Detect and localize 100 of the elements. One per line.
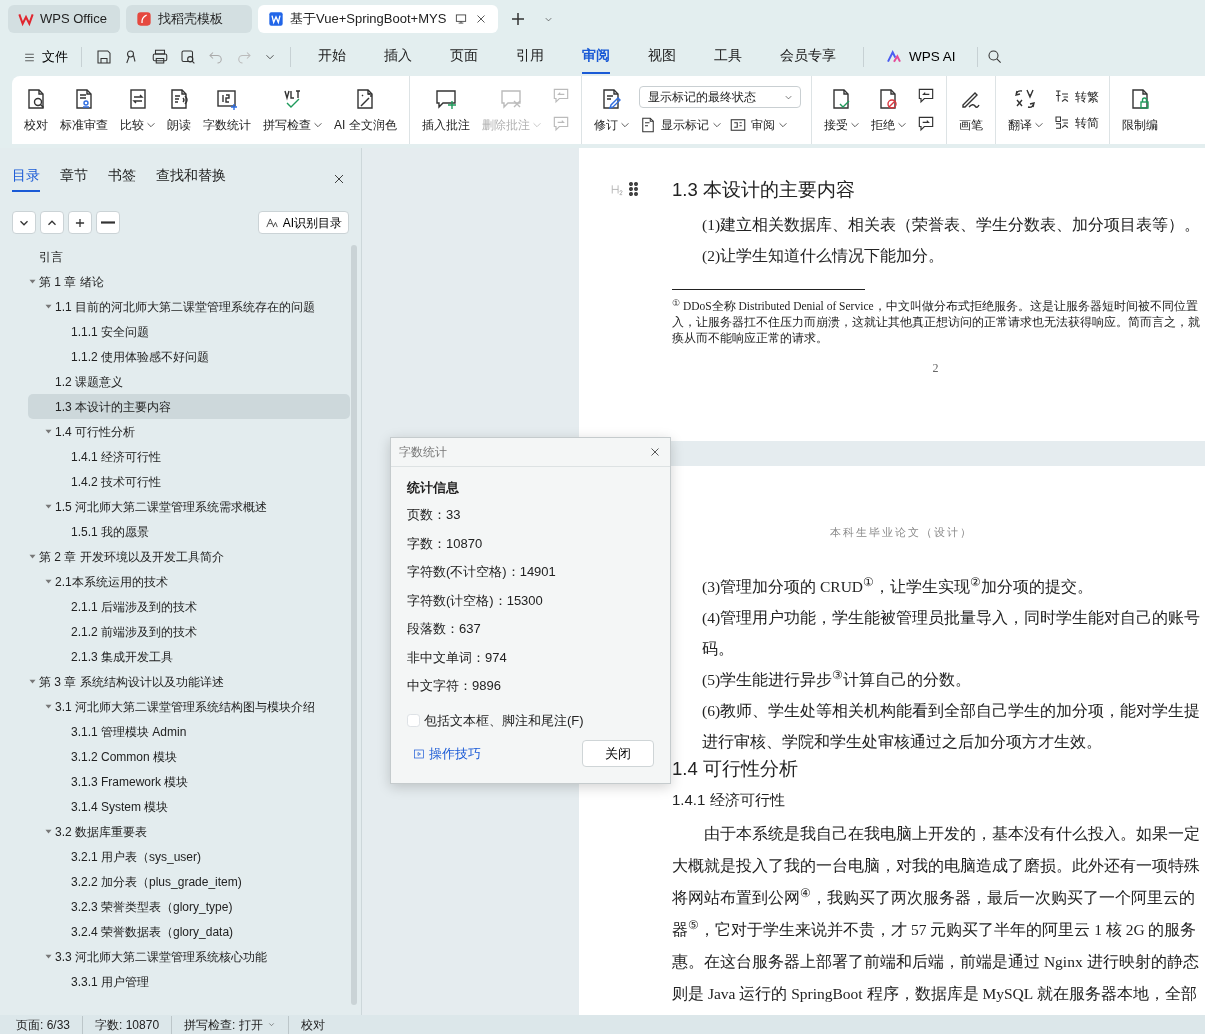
spell-check-status[interactable]: 拼写检查: 打开: [184, 1015, 289, 1034]
ribbon-button[interactable]: 拒绝: [864, 84, 912, 136]
menu-tab[interactable]: 引用: [516, 39, 544, 75]
outline-item[interactable]: 3.2.2 加分表（plus_grade_item): [28, 869, 350, 895]
panel-tab[interactable]: 目录: [12, 166, 40, 193]
promote-button[interactable]: [68, 211, 92, 235]
outline-item[interactable]: 1.1.1 安全问题: [28, 319, 350, 345]
outline-item[interactable]: 3.1.2 Common 模块: [28, 744, 350, 770]
statistic-text: 中文字符：9896: [407, 677, 502, 695]
outline-item[interactable]: 第 3 章 系统结构设计以及功能详述: [28, 669, 350, 695]
statistic-text: 字符数(不计空格)：14901: [407, 563, 557, 581]
menu-tab[interactable]: 会员专享: [780, 39, 836, 75]
close-button[interactable]: 关闭: [582, 740, 654, 767]
ribbon-button[interactable]: 画笔: [952, 84, 989, 136]
ribbon-button[interactable]: AI 全文润色: [328, 84, 403, 136]
body-text: 器$^{⑤}$，它对于学生来说并不贵，才 57 元购买了半年的阿里云 1 核 2G 的服务: [672, 920, 1197, 938]
section-title: 统计信息: [407, 479, 460, 497]
app-tab[interactable]: 基于Vue+SpringBoot+MYS: [258, 5, 498, 33]
menu-tab[interactable]: 页面: [450, 39, 478, 75]
statistic-text: 字符数(计空格)：15300: [407, 591, 544, 610]
ribbon-button[interactable]: 转简: [1052, 114, 1099, 132]
ribbon-button[interactable]: 插入批注: [415, 84, 476, 136]
file-menu[interactable]: 文件: [18, 45, 73, 69]
outline-item[interactable]: 1.2 课题意义: [28, 369, 350, 395]
outline-item[interactable]: 3.1.1 管理模块 Admin: [28, 719, 350, 745]
panel-tab[interactable]: 书签: [108, 166, 136, 193]
monitor-icon[interactable]: [454, 12, 468, 26]
outline-item[interactable]: 1.5.1 我的愿景: [28, 519, 350, 545]
ribbon-button[interactable]: 校对: [18, 84, 54, 136]
body-text: 由于本系统是我自己在我电脑上开发的，基本没有什么投入。如果一定: [704, 824, 1200, 842]
outline-item[interactable]: 引言: [28, 244, 350, 270]
menu-tab[interactable]: 插入: [384, 39, 412, 75]
panel-tab[interactable]: 章节: [60, 166, 88, 193]
ai-outline-button[interactable]: AI识别目录: [257, 211, 349, 235]
ribbon-button[interactable]: 审阅: [728, 116, 787, 134]
print-preview-icon[interactable]: [179, 48, 197, 66]
search-icon[interactable]: [985, 48, 1004, 66]
outline-item[interactable]: 第 2 章 开发环境以及开发工具简介: [28, 544, 350, 570]
menu-tab[interactable]: 开始: [318, 39, 346, 75]
convert-icon: [1052, 114, 1071, 132]
body-text: (6)教师、学生处等相关机构能看到全部自己学生的加分项，能对学生提: [702, 701, 1201, 719]
logo-icon: [18, 11, 34, 27]
outline-item[interactable]: 3.2.3 荣誉类型表（glory_type): [28, 894, 350, 920]
panel-tab[interactable]: 查找和替换: [156, 166, 226, 193]
menu-tab[interactable]: 工具: [714, 39, 742, 75]
proofread-button[interactable]: 校对: [300, 1015, 337, 1034]
body-text: 惠。在这台服务器上部署了前端和后端，前端是通过 Nginx 进行映射的静态: [672, 952, 1199, 970]
body-text: 则是 Java 运行的 SpringBoot 程序，数据库是 MySQL 就在服务器本地，全部: [672, 984, 1197, 1002]
outline-item[interactable]: 3.2.1 用户表（sys_user): [28, 844, 350, 870]
outline-item[interactable]: 1.1 目前的河北师大第二课堂管理系统存在的问题: [28, 294, 350, 320]
outline-item[interactable]: 1.4 可行性分析: [28, 419, 350, 445]
scrollbar-thumb[interactable]: [351, 245, 357, 1005]
markup-dropdown[interactable]: 显示标记的最终状态: [638, 86, 801, 108]
wps-ai-button[interactable]: WPS AI: [880, 44, 961, 70]
demote-button[interactable]: [96, 211, 120, 235]
outline-item[interactable]: 3.1.4 System 模块: [28, 794, 350, 820]
ribbon-button[interactable]: 转繁: [1052, 88, 1099, 106]
outline-item[interactable]: 3.3 河北师大第二课堂管理系统核心功能: [28, 944, 350, 970]
collapse-button[interactable]: [12, 211, 36, 235]
ribbon-button[interactable]: 限制编: [1115, 84, 1164, 136]
dialog-title: 字数统计: [399, 444, 447, 461]
ribbon-button[interactable]: 比较: [114, 84, 161, 136]
menu-tab[interactable]: 视图: [648, 39, 676, 75]
save-icon[interactable]: [95, 48, 113, 66]
outline-item[interactable]: 第 1 章 绪论: [28, 269, 350, 295]
outline-item[interactable]: 3.1.3 Framework 模块: [28, 769, 350, 795]
expand-button[interactable]: [40, 211, 64, 235]
outline-item[interactable]: 1.4.1 经济可行性: [28, 444, 350, 470]
ribbon-button[interactable]: 标准审查: [54, 84, 114, 136]
app-tab[interactable]: 找稻壳模板: [126, 5, 252, 33]
body-text: (5)学生能进行异步$^{③}$计算自己的分数。: [702, 670, 972, 688]
ribbon-button[interactable]: 接受: [817, 84, 865, 136]
menu-tab[interactable]: 审阅: [582, 39, 610, 75]
outline-item[interactable]: 2.1本系统运用的技术: [28, 569, 350, 595]
drag-handle-icon[interactable]: [629, 182, 638, 196]
include-footnotes-checkbox[interactable]: [407, 713, 420, 727]
outline-item[interactable]: 1.4.2 技术可行性: [28, 469, 350, 495]
ribbon-button[interactable]: 显示标记: [638, 116, 721, 134]
ai-logo-icon: [885, 49, 903, 65]
outline-item[interactable]: 2.1.3 集成开发工具: [28, 644, 350, 670]
outline-item[interactable]: 2.1.2 前端涉及到的技术: [28, 619, 350, 645]
ribbon-button[interactable]: 翻译: [1001, 84, 1049, 136]
outline-item[interactable]: 1.5 河北师大第二课堂管理系统需求概述: [28, 494, 350, 520]
outline-item[interactable]: 1.3 本设计的主要内容: [28, 394, 350, 420]
ribbon-button[interactable]: 字数统计: [197, 84, 257, 136]
outline-item[interactable]: 3.2 数据库重要表: [28, 819, 350, 845]
outline-item[interactable]: 3.2.4 荣誉数据表（glory_data): [28, 919, 350, 945]
outline-item[interactable]: 3.1 河北师大第二课堂管理系统结构图与模块介绍: [28, 694, 350, 720]
word-count[interactable]: 字数: 10870: [95, 1015, 173, 1034]
print-icon[interactable]: [151, 48, 169, 66]
tips-link[interactable]: 操作技巧: [413, 743, 481, 764]
ribbon-button[interactable]: 修订: [587, 84, 635, 136]
section-heading: 1.3 本设计的主要内容: [672, 179, 855, 200]
ribbon-button[interactable]: 朗读: [161, 84, 197, 136]
outline-item[interactable]: 3.3.1 用户管理: [28, 969, 350, 995]
statistic-text: 段落数：637: [407, 620, 482, 638]
outline-item[interactable]: 1.1.2 使用体验感不好问题: [28, 344, 350, 370]
outline-item[interactable]: 2.1.1 后端涉及到的技术: [28, 594, 350, 620]
app-tab[interactable]: WPS Office: [8, 5, 120, 33]
ribbon-button[interactable]: 拼写检查: [257, 84, 328, 136]
